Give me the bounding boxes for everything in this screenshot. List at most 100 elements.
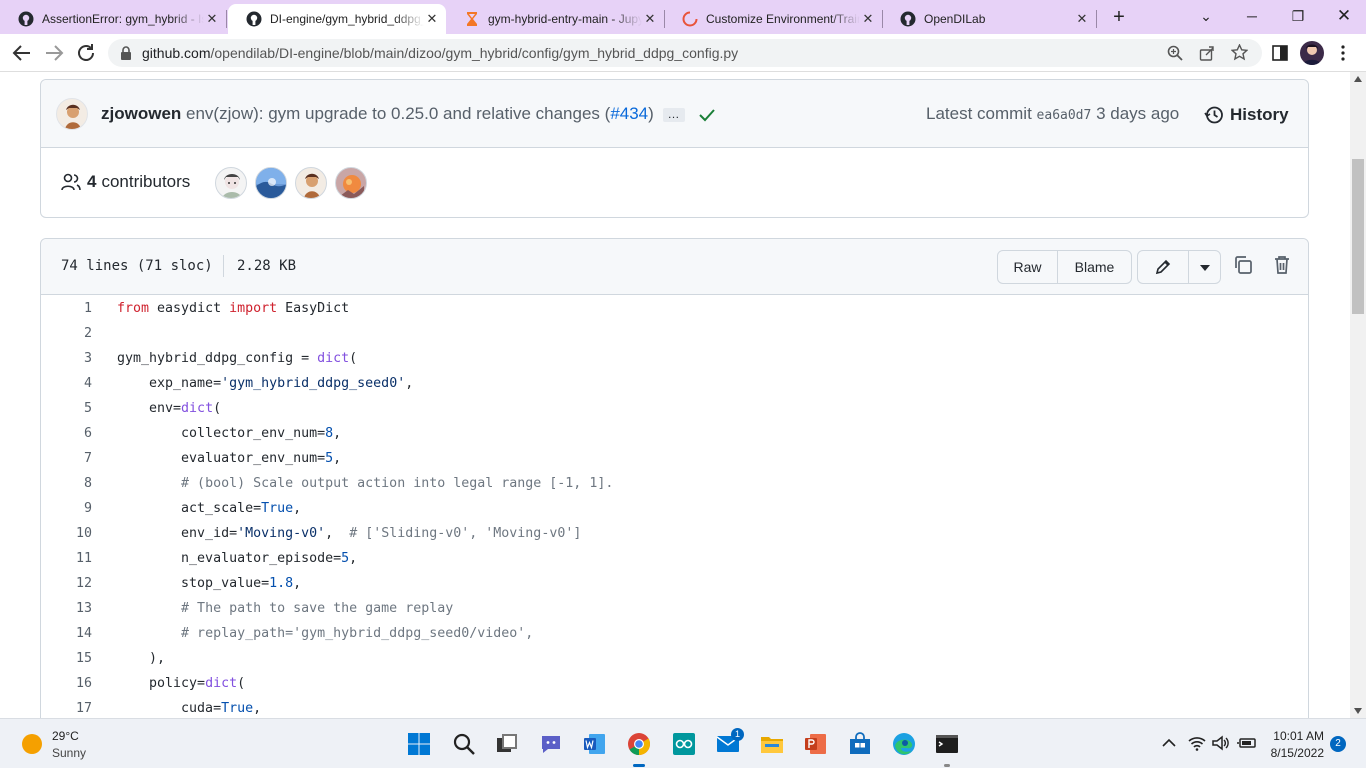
- page-scrollbar[interactable]: [1350, 72, 1366, 718]
- commit-author[interactable]: zjowowen: [101, 104, 181, 123]
- menu-kebab-icon[interactable]: [1340, 45, 1346, 61]
- line-number[interactable]: 6: [41, 421, 92, 446]
- author-avatar[interactable]: [56, 98, 88, 130]
- close-icon[interactable]: ✕: [424, 11, 440, 27]
- line-number[interactable]: 15: [41, 646, 92, 671]
- line-number[interactable]: 7: [41, 446, 92, 471]
- close-icon[interactable]: ✕: [1074, 11, 1090, 27]
- line-number[interactable]: 12: [41, 571, 92, 596]
- profile-avatar[interactable]: [1300, 41, 1324, 65]
- tab-opendilab[interactable]: OpenDILab ✕: [882, 4, 1096, 34]
- close-icon[interactable]: ✕: [860, 11, 876, 27]
- line-number[interactable]: 3: [41, 346, 92, 371]
- github-icon: [900, 11, 916, 27]
- restore-button[interactable]: ❐: [1278, 4, 1318, 28]
- notification-badge[interactable]: 2: [1330, 736, 1346, 752]
- line-number[interactable]: 1: [41, 296, 92, 321]
- contributor-avatar[interactable]: [295, 167, 327, 199]
- reload-icon[interactable]: [75, 42, 99, 64]
- close-icon[interactable]: ✕: [642, 11, 658, 27]
- zoom-icon[interactable]: [1167, 45, 1183, 61]
- word-icon[interactable]: [583, 732, 607, 756]
- code-line: 15 ),: [41, 646, 1309, 671]
- scroll-down-icon[interactable]: [1354, 708, 1362, 714]
- file-box: 74 lines (71 sloc) 2.28 KB Raw Blame 1 fr…: [40, 238, 1309, 718]
- back-arrow-icon[interactable]: [10, 42, 34, 64]
- sun-icon[interactable]: [22, 734, 42, 754]
- history-button[interactable]: History: [1204, 102, 1289, 128]
- line-number[interactable]: 4: [41, 371, 92, 396]
- code-text: # The path to save the game replay: [181, 601, 454, 616]
- tab-jupyter[interactable]: gym-hybrid-entry-main - Jupyter ✕: [446, 4, 664, 34]
- minimize-button[interactable]: ─: [1232, 4, 1272, 28]
- tab-title: DI-engine/gym_hybrid_ddpg_config.py: [270, 12, 424, 26]
- line-number[interactable]: 16: [41, 671, 92, 696]
- search-icon[interactable]: [452, 732, 476, 756]
- edit-button[interactable]: [1137, 250, 1189, 284]
- copy-icon[interactable]: [1233, 255, 1253, 275]
- blame-button[interactable]: Blame: [1057, 250, 1132, 284]
- forward-arrow-icon[interactable]: [42, 42, 66, 64]
- edge-icon[interactable]: [892, 732, 916, 756]
- commit-sha[interactable]: ea6a0d7: [1037, 108, 1092, 123]
- store-icon[interactable]: [848, 732, 872, 756]
- volume-icon[interactable]: [1212, 735, 1230, 751]
- clock-time[interactable]: 10:01 AM: [1262, 729, 1324, 743]
- contributors-link[interactable]: 4 contributors: [61, 172, 190, 192]
- tab-gym-hybrid-config[interactable]: DI-engine/gym_hybrid_ddpg_config.py ✕: [228, 4, 446, 34]
- trash-icon[interactable]: [1273, 255, 1291, 275]
- file-explorer-icon[interactable]: [760, 732, 784, 756]
- weather-temp[interactable]: 29°C: [52, 729, 79, 743]
- terminal-icon[interactable]: [935, 732, 959, 756]
- chevron-up-icon[interactable]: [1162, 738, 1176, 748]
- line-number[interactable]: 17: [41, 696, 92, 718]
- commit-time: 3 days ago: [1096, 104, 1180, 123]
- line-number[interactable]: 13: [41, 596, 92, 621]
- line-number[interactable]: 8: [41, 471, 92, 496]
- latest-commit-label: Latest commit: [926, 104, 1032, 123]
- commit-message[interactable]: env(zjow): gym upgrade to 0.25.0 and rel…: [186, 104, 610, 123]
- commit-pr-link[interactable]: #434: [610, 104, 648, 123]
- wifi-icon[interactable]: [1188, 735, 1206, 751]
- check-icon[interactable]: [699, 108, 716, 122]
- window-close-button[interactable]: ✕: [1324, 4, 1364, 28]
- scrollbar-thumb[interactable]: [1352, 159, 1364, 314]
- clock-date[interactable]: 8/15/2022: [1262, 746, 1324, 760]
- share-icon[interactable]: [1199, 45, 1215, 61]
- edit-dropdown-button[interactable]: [1188, 250, 1221, 284]
- close-icon[interactable]: ✕: [204, 11, 220, 27]
- commit-expand-button[interactable]: …: [662, 107, 685, 122]
- contributor-avatar[interactable]: [255, 167, 287, 199]
- code-text: policy=dict(: [117, 676, 246, 691]
- arduino-icon[interactable]: [672, 732, 696, 756]
- line-number[interactable]: 10: [41, 521, 92, 546]
- chrome-icon[interactable]: [627, 732, 651, 756]
- chat-icon[interactable]: [539, 732, 563, 756]
- address-bar[interactable]: github.com/opendilab/DI-engine/blob/main…: [108, 39, 1262, 67]
- line-number[interactable]: 14: [41, 621, 92, 646]
- powerpoint-icon[interactable]: [804, 732, 828, 756]
- lock-icon[interactable]: [120, 46, 132, 60]
- tab-customize-environment[interactable]: Customize Environment/Training ✕: [664, 4, 882, 34]
- battery-icon[interactable]: [1237, 736, 1257, 750]
- line-number[interactable]: 2: [41, 321, 92, 346]
- line-number[interactable]: 5: [41, 396, 92, 421]
- raw-button[interactable]: Raw: [997, 250, 1058, 284]
- windows-start-icon[interactable]: [407, 732, 431, 756]
- contributor-avatar[interactable]: [335, 167, 367, 199]
- tab-title: AssertionError: gym_hybrid - Is: [42, 12, 204, 26]
- new-tab-button[interactable]: +: [1109, 6, 1129, 28]
- bookmark-star-icon[interactable]: [1231, 44, 1248, 61]
- triangle-down-icon: [1199, 265, 1210, 271]
- weather-desc[interactable]: Sunny: [52, 746, 86, 760]
- scroll-up-icon[interactable]: [1354, 76, 1362, 82]
- tab-assertionerror[interactable]: AssertionError: gym_hybrid - Is ✕: [0, 4, 226, 34]
- history-clock-icon: [1204, 106, 1223, 124]
- task-view-icon[interactable]: [495, 732, 519, 756]
- code-text: exp_name='gym_hybrid_ddpg_seed0',: [117, 376, 414, 391]
- contributor-avatar[interactable]: [215, 167, 247, 199]
- line-number[interactable]: 9: [41, 496, 92, 521]
- line-number[interactable]: 11: [41, 546, 92, 571]
- tab-search-button[interactable]: ⌄: [1186, 4, 1226, 28]
- side-panel-icon[interactable]: [1272, 45, 1288, 61]
